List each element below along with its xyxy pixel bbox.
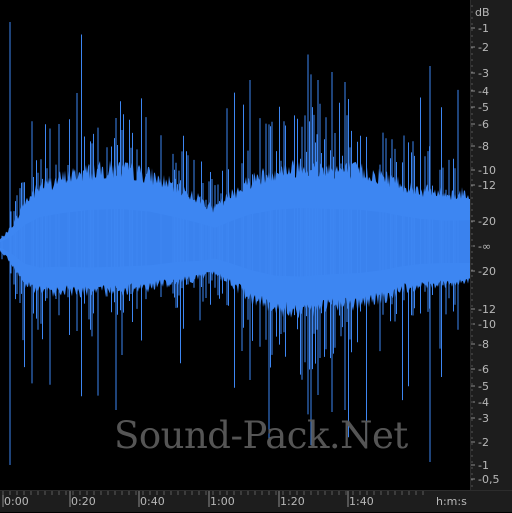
db-label: -0,5 — [478, 473, 499, 486]
db-label: -20 — [478, 265, 496, 278]
waveform-graph[interactable] — [0, 0, 470, 490]
db-label: -12 — [478, 179, 496, 192]
time-unit-label: h:m:s — [436, 495, 467, 508]
db-scale-graphic: dB -1 -2 -3 -4 -5 -6 -8 -10 -12 -20 -∞ -20 -12 -10 -8 -… — [471, 5, 499, 487]
time-label: 0:20 — [71, 495, 96, 508]
db-label: -2 — [478, 436, 489, 449]
db-label: -6 — [478, 363, 489, 376]
db-label: -20 — [478, 215, 496, 228]
audio-editor-window: dB -1 -2 -3 -4 -5 -6 -8 -10 -12 -20 -∞ -20 -12 -10 -8 -… — [0, 0, 512, 512]
time-label: 0:00 — [4, 495, 29, 508]
db-label: -10 — [478, 164, 496, 177]
db-label-center: -∞ — [478, 240, 491, 253]
db-label: -1 — [478, 459, 489, 472]
db-label: -6 — [478, 118, 489, 131]
db-label: -2 — [478, 41, 489, 54]
db-label: -3 — [478, 412, 489, 425]
time-label: 1:40 — [349, 495, 374, 508]
db-label: -5 — [478, 101, 489, 114]
db-label: -1 — [478, 22, 489, 35]
time-scale-graphic: 0:00 0:20 0:40 1:00 1:20 1:40 h:m:s — [2, 491, 467, 508]
db-label: -4 — [478, 85, 489, 98]
time-label: 0:40 — [140, 495, 165, 508]
db-label: -5 — [478, 380, 489, 393]
db-unit-label: dB — [475, 6, 490, 19]
waveform-display[interactable] — [0, 0, 470, 490]
db-label: -4 — [478, 396, 489, 409]
db-label: -12 — [478, 303, 496, 316]
db-scale-ruler: dB -1 -2 -3 -4 -5 -6 -8 -10 -12 -20 -∞ -20 -12 -10 -8 -… — [470, 0, 512, 490]
time-scale-ruler[interactable]: 0:00 0:20 0:40 1:00 1:20 1:40 h:m:s — [0, 490, 512, 512]
db-label: -3 — [478, 67, 489, 80]
db-label: -8 — [478, 140, 489, 153]
db-label: -10 — [478, 318, 496, 331]
time-label: 1:20 — [280, 495, 305, 508]
db-label: -8 — [478, 338, 489, 351]
time-label: 1:00 — [210, 495, 235, 508]
